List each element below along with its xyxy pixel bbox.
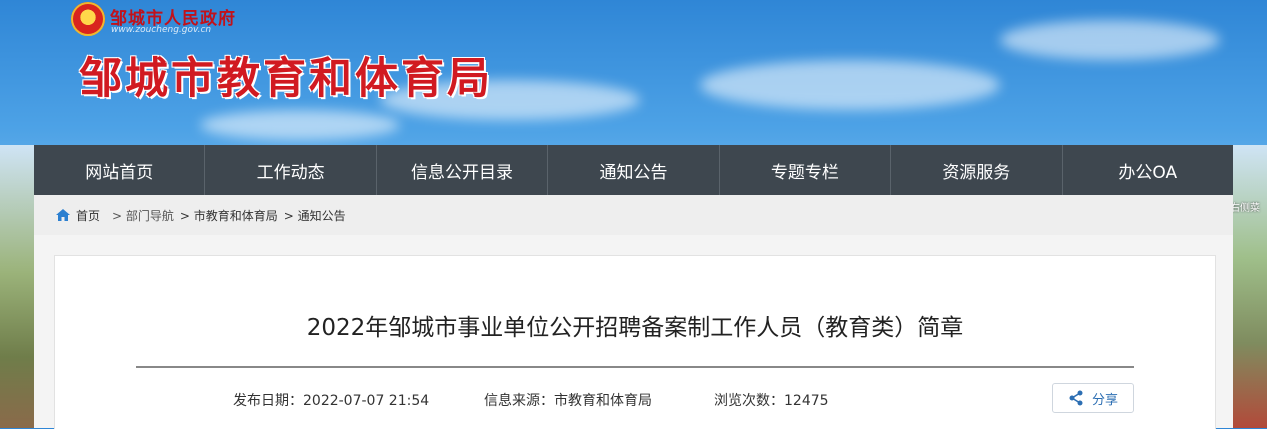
home-icon (56, 209, 70, 221)
national-emblem-icon (71, 2, 105, 36)
share-label: 分享 (1091, 392, 1118, 408)
breadcrumb: 首页 > 部门导航 > 市教育和体育局 > 通知公告 (34, 195, 1233, 235)
gov-url: www.zoucheng.gov.cn (111, 25, 212, 35)
article-panel: 2022年邹城市事业单位公开招聘备案制工作人员（教育类）简章 发布日期：2022… (54, 255, 1216, 429)
view-count: 浏览次数：12475 (714, 393, 829, 409)
nav-item-resources[interactable]: 资源服务 (891, 145, 1063, 195)
nav-item-news[interactable]: 工作动态 (205, 145, 377, 195)
main-nav: 网站首页 工作动态 信息公开目录 通知公告 专题专栏 资源服务 办公OA (34, 145, 1233, 195)
background-scenery (0, 145, 34, 428)
nav-item-disclosure[interactable]: 信息公开目录 (377, 145, 549, 195)
article-title: 2022年邹城市事业单位公开招聘备案制工作人员（教育类）简章 (306, 315, 964, 341)
site-header: 邹城市人民政府 www.zoucheng.gov.cn 邹城市教育和体育局 (0, 0, 1267, 145)
share-icon (1069, 390, 1083, 406)
breadcrumb-item[interactable]: > 通知公告 (284, 207, 346, 224)
background-scenery (1233, 145, 1267, 428)
site-title: 邹城市教育和体育局 (79, 54, 493, 104)
breadcrumb-item[interactable]: > 部门导航 (112, 207, 174, 224)
share-button[interactable]: 分享 (1052, 383, 1134, 413)
nav-item-topics[interactable]: 专题专栏 (720, 145, 892, 195)
nav-item-notices[interactable]: 通知公告 (548, 145, 720, 195)
breadcrumb-home[interactable]: 首页 (76, 207, 100, 224)
title-divider (136, 366, 1134, 368)
nav-item-home[interactable]: 网站首页 (34, 145, 206, 195)
nav-item-office-oa[interactable]: 办公OA (1063, 145, 1233, 195)
breadcrumb-item[interactable]: > 市教育和体育局 (180, 207, 278, 224)
info-source: 信息来源：市教育和体育局 (484, 393, 652, 409)
publish-date: 发布日期：2022-07-07 21:54 (233, 393, 430, 409)
